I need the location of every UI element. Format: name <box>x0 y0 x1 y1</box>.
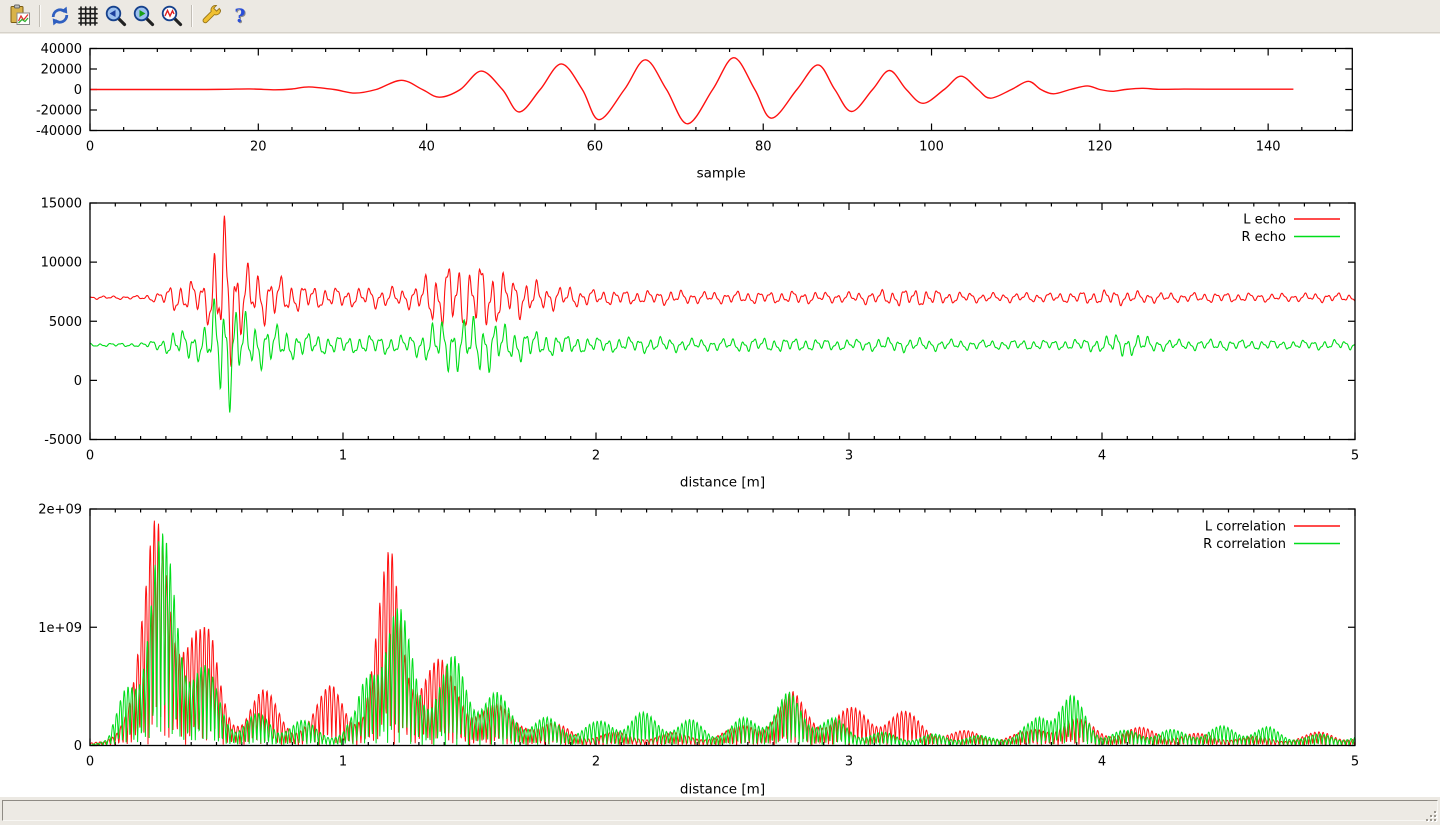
x-tick-label: 60 <box>587 140 604 155</box>
y-tick-label: 15000 <box>41 197 82 212</box>
grid-icon <box>76 4 100 28</box>
x-axis-label: sample <box>697 166 746 182</box>
x-tick-label: 120 <box>1087 140 1112 155</box>
x-tick-label: 1 <box>339 449 347 464</box>
status-bar <box>0 797 1440 825</box>
legend-label: R correlation <box>1203 537 1286 552</box>
zoom-autoscale-icon <box>160 4 184 28</box>
y-tick-label: 1e+09 <box>38 621 82 636</box>
y-tick-label: 5000 <box>49 315 82 330</box>
y-tick-label: -40000 <box>36 124 82 139</box>
y-tick-label: 10000 <box>41 256 82 271</box>
y-tick-label: 0 <box>74 739 82 754</box>
series-r-echo <box>90 299 1355 412</box>
zoom-previous-button[interactable] <box>102 2 130 30</box>
help-icon: ? ? <box>228 4 252 28</box>
series-group <box>90 58 1293 124</box>
axis-ticks <box>90 509 1355 746</box>
x-tick-label: 140 <box>1256 140 1281 155</box>
series-group <box>90 521 1355 746</box>
x-tick-label: 3 <box>845 449 853 464</box>
series-l-correlation <box>90 521 1355 746</box>
copy-plot-icon <box>8 4 32 28</box>
y-tick-label: -5000 <box>44 433 82 448</box>
x-tick-label: 2 <box>592 449 600 464</box>
plot-border <box>90 203 1355 440</box>
legend-label: L echo <box>1243 213 1286 228</box>
x-tick-label: 80 <box>755 140 772 155</box>
plot-border <box>90 509 1355 746</box>
plot-pulse-waveform: 0 20 40 60 80 100 120 140 -40000 -20000 0 20000 4000… <box>36 42 1352 182</box>
legend-label: R echo <box>1241 230 1286 245</box>
help-button[interactable]: ? ? <box>226 2 254 30</box>
x-tick-label: 4 <box>1098 755 1106 770</box>
zoom-next-button[interactable] <box>130 2 158 30</box>
x-tick-label: 3 <box>845 755 853 770</box>
x-tick-label: 20 <box>250 140 267 155</box>
x-tick-label: 40 <box>418 140 435 155</box>
toggle-grid-button[interactable] <box>74 2 102 30</box>
y-tick-label: 20000 <box>41 63 82 78</box>
status-message <box>2 800 1438 821</box>
plot-echo-signals: 0 1 2 3 4 5 -5000 0 5000 10000 15000 distance [m] L … <box>41 197 1360 491</box>
series-pulse <box>90 58 1293 124</box>
x-tick-label: 2 <box>592 755 600 770</box>
x-axis-label: distance [m] <box>680 782 765 798</box>
toolbar: ? ? <box>0 0 1440 33</box>
toolbar-separator <box>39 5 41 27</box>
series-group <box>90 216 1355 413</box>
x-tick-label: 100 <box>919 140 944 155</box>
configure-button[interactable] <box>198 2 226 30</box>
zoom-next-icon <box>132 4 156 28</box>
y-tick-label: 2e+09 <box>38 503 82 518</box>
y-tick-label: 0 <box>74 374 82 389</box>
zoom-previous-icon <box>104 4 128 28</box>
plot-canvas[interactable]: 020406080100120140-40000-200000200004000… <box>0 34 1440 797</box>
axis-ticks <box>90 203 1355 440</box>
y-tick-label: 40000 <box>41 42 82 57</box>
resize-grip-icon[interactable] <box>1424 809 1436 821</box>
x-tick-label: 4 <box>1098 449 1106 464</box>
toolbar-separator <box>191 5 193 27</box>
plot-correlation: 0 1 2 3 4 5 0 1e+09 2e+09 distance [m] L correlati… <box>38 503 1359 798</box>
x-tick-label: 0 <box>86 140 94 155</box>
x-axis-label: distance [m] <box>680 475 765 491</box>
x-tick-label: 1 <box>339 755 347 770</box>
copy-to-clipboard-button[interactable] <box>6 2 34 30</box>
x-tick-label: 0 <box>86 755 94 770</box>
autoscale-button[interactable] <box>158 2 186 30</box>
wrench-icon <box>200 4 224 28</box>
x-tick-label: 5 <box>1351 449 1359 464</box>
y-tick-label: 0 <box>74 83 82 98</box>
svg-text:?: ? <box>234 5 245 27</box>
y-tick-label: -20000 <box>36 104 82 119</box>
plots-svg[interactable]: 020406080100120140-40000-200000200004000… <box>0 34 1440 797</box>
refresh-icon <box>48 4 72 28</box>
legend-label: L correlation <box>1205 520 1286 535</box>
x-tick-label: 0 <box>86 449 94 464</box>
x-tick-label: 5 <box>1351 755 1359 770</box>
replot-button[interactable] <box>46 2 74 30</box>
